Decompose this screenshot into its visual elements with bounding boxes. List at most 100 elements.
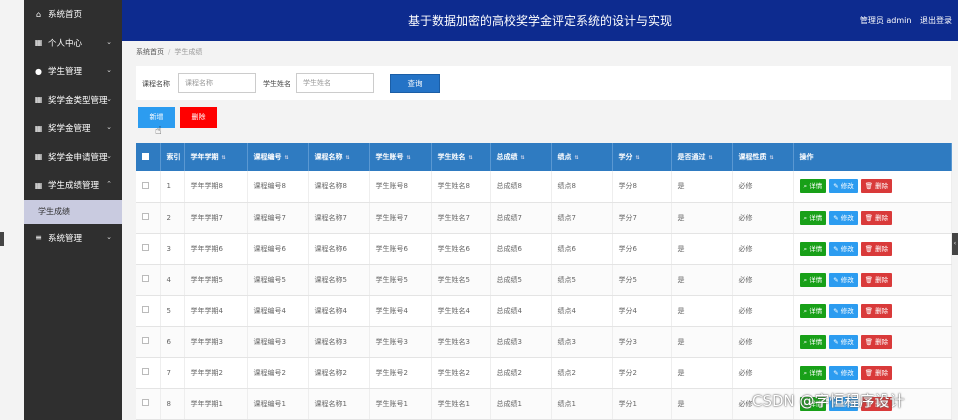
sidebar-item-student-management[interactable]: ● 学生管理 ⌄ <box>24 57 122 86</box>
remove-button[interactable]: 🗑 删除 <box>860 210 893 225</box>
remove-button[interactable]: 🗑 删除 <box>860 334 893 349</box>
table-cell: 学生姓名8 <box>431 171 491 203</box>
table-cell: 必修 <box>732 233 794 265</box>
sidebar-item-personal-center[interactable]: ▦ 个人中心 ⌄ <box>24 29 122 58</box>
row-checkbox[interactable] <box>136 202 161 234</box>
table-cell: 学生账号2 <box>369 357 432 389</box>
table-row: 3 学年学期6 课程编号6 课程名称6 学生账号6 学生姓名6 总成绩6 绩点6 学分6 是必修 ⌕… <box>136 233 952 265</box>
col-header[interactable]: 学生姓名 ⇅ <box>431 143 491 171</box>
remove-button[interactable]: 🗑 删除 <box>860 303 893 318</box>
sidebar-subitem-student-grades[interactable]: 学生成绩 <box>24 199 122 224</box>
row-checkbox[interactable] <box>136 357 161 389</box>
col-header: 操作 <box>793 143 952 171</box>
edit-button[interactable]: ✎ 修改 <box>829 303 858 318</box>
remove-button[interactable]: 🗑 删除 <box>860 272 893 287</box>
edit-button[interactable]: ✎ 修改 <box>829 179 858 194</box>
table-cell: 是 <box>671 357 733 389</box>
chevron-down-icon: ⌄ <box>106 94 112 103</box>
detail-button[interactable]: ⌕ 详情 <box>799 365 827 380</box>
table-cell: 学年学期3 <box>184 326 248 358</box>
sort-icon: ⇅ <box>635 155 640 161</box>
sidebar-item-scholarship-type[interactable]: ▦ 奖学金类型管理 ⌄ <box>24 86 122 115</box>
sidebar-item-system-management[interactable]: ≡ 系统管理 ⌄ <box>24 224 122 253</box>
table-cell: 学年学期6 <box>184 233 248 265</box>
table-cell: 课程名称3 <box>308 326 370 358</box>
table-cell: 课程编号3 <box>247 326 309 358</box>
row-checkbox[interactable] <box>136 264 161 296</box>
detail-button[interactable]: ⌕ 详情 <box>799 334 827 349</box>
table-cell: 是 <box>671 264 733 296</box>
col-header[interactable]: 学生账号 ⇅ <box>369 143 432 171</box>
window-edge-handle <box>0 232 4 246</box>
table-cell: 总成绩8 <box>490 171 552 203</box>
table-cell: 课程名称4 <box>308 295 370 327</box>
breadcrumb-home[interactable]: 系统首页 <box>136 48 164 56</box>
table-cell: 绩点1 <box>551 388 613 420</box>
grid-icon: ▦ <box>34 180 43 190</box>
col-header[interactable]: 总成绩 ⇅ <box>490 143 552 171</box>
delete-button[interactable]: 删除 <box>180 107 217 128</box>
course-name-input[interactable]: 课程名称 <box>178 73 256 93</box>
table-cell: 绩点6 <box>551 233 613 265</box>
edit-button[interactable]: ✎ 修改 <box>829 334 858 349</box>
sidebar-item-grades-management[interactable]: ▦ 学生成绩管理 ⌃ <box>24 171 122 200</box>
row-actions: ⌕ 详情 ✎ 修改 🗑 删除 <box>793 233 952 265</box>
grid-icon: ▦ <box>34 95 43 105</box>
col-header[interactable]: 学分 ⇅ <box>612 143 672 171</box>
table-row: 2 学年学期7 课程编号7 课程名称7 学生账号7 学生姓名7 总成绩7 绩点7 学分7 是必修 ⌕… <box>136 202 952 234</box>
row-actions: ⌕ 详情 ✎ 修改 🗑 删除 <box>793 171 952 203</box>
table-cell: 课程名称1 <box>308 388 370 420</box>
edit-button[interactable]: ✎ 修改 <box>829 365 858 380</box>
chevron-down-icon: ⌄ <box>106 232 112 241</box>
col-header[interactable]: 课程名称 ⇅ <box>308 143 370 171</box>
table-cell: 学生姓名5 <box>431 264 491 296</box>
sidebar-item-scholarship[interactable]: ▦ 奖学金管理 ⌄ <box>24 114 122 143</box>
row-checkbox[interactable] <box>136 388 161 420</box>
col-header[interactable]: 课程性质 ⇅ <box>732 143 794 171</box>
table-cell: 绩点5 <box>551 264 613 296</box>
sidebar-item-home[interactable]: ⌂ 系统首页 <box>24 0 122 29</box>
grades-table: 索引 学年学期 ⇅ 课程编号 ⇅ 课程名称 ⇅ 学生账号 ⇅ 学生姓名 ⇅ 总成绩 ⇅ 绩点… <box>136 143 952 420</box>
table-cell: 学年学期1 <box>184 388 248 420</box>
detail-button[interactable]: ⌕ 详情 <box>799 303 827 318</box>
detail-button[interactable]: ⌕ 详情 <box>799 272 827 287</box>
detail-button[interactable]: ⌕ 详情 <box>799 241 827 256</box>
scroll-handle[interactable]: ‹ <box>952 233 958 255</box>
query-button[interactable]: 查询 <box>390 74 440 93</box>
table-cell: 课程编号5 <box>247 264 309 296</box>
sidebar-item-scholarship-application[interactable]: ▦ 奖学金申请管理 ⌄ <box>24 143 122 172</box>
person-icon: ● <box>35 66 42 76</box>
logout-link[interactable]: 退出登录 <box>920 16 952 25</box>
detail-button[interactable]: ⌕ 详情 <box>799 210 827 225</box>
sidebar-item-label: 奖学金类型管理 <box>48 95 108 106</box>
edit-button[interactable]: ✎ 修改 <box>829 241 858 256</box>
col-header[interactable]: 学年学期 ⇅ <box>184 143 248 171</box>
sidebar-subitem-label: 学生成绩 <box>38 207 70 216</box>
select-all-checkbox[interactable] <box>136 143 161 171</box>
remove-button[interactable]: 🗑 删除 <box>860 241 893 256</box>
table-cell: 是 <box>671 295 733 327</box>
table-cell: 学年学期4 <box>184 295 248 327</box>
student-name-input[interactable]: 学生姓名 <box>296 73 374 93</box>
table-cell: 总成绩6 <box>490 233 552 265</box>
table-cell: 总成绩7 <box>490 202 552 234</box>
col-header[interactable]: 课程编号 ⇅ <box>247 143 309 171</box>
table-cell: 7 <box>160 357 185 389</box>
sidebar-item-label: 个人中心 <box>48 38 83 49</box>
table-cell: 学生账号5 <box>369 264 432 296</box>
table-cell: 学年学期8 <box>184 171 248 203</box>
row-checkbox[interactable] <box>136 233 161 265</box>
row-checkbox[interactable] <box>136 295 161 327</box>
edit-button[interactable]: ✎ 修改 <box>829 272 858 287</box>
table-cell: 8 <box>160 388 185 420</box>
row-checkbox[interactable] <box>136 326 161 358</box>
row-checkbox[interactable] <box>136 171 161 203</box>
remove-button[interactable]: 🗑 删除 <box>860 365 893 380</box>
sort-icon: ⇅ <box>520 155 525 161</box>
edit-button[interactable]: ✎ 修改 <box>829 210 858 225</box>
col-header[interactable]: 是否通过 ⇅ <box>671 143 733 171</box>
remove-button[interactable]: 🗑 删除 <box>860 179 893 194</box>
col-header[interactable]: 绩点 ⇅ <box>551 143 613 171</box>
table-cell: 学分1 <box>612 388 672 420</box>
detail-button[interactable]: ⌕ 详情 <box>799 179 827 194</box>
